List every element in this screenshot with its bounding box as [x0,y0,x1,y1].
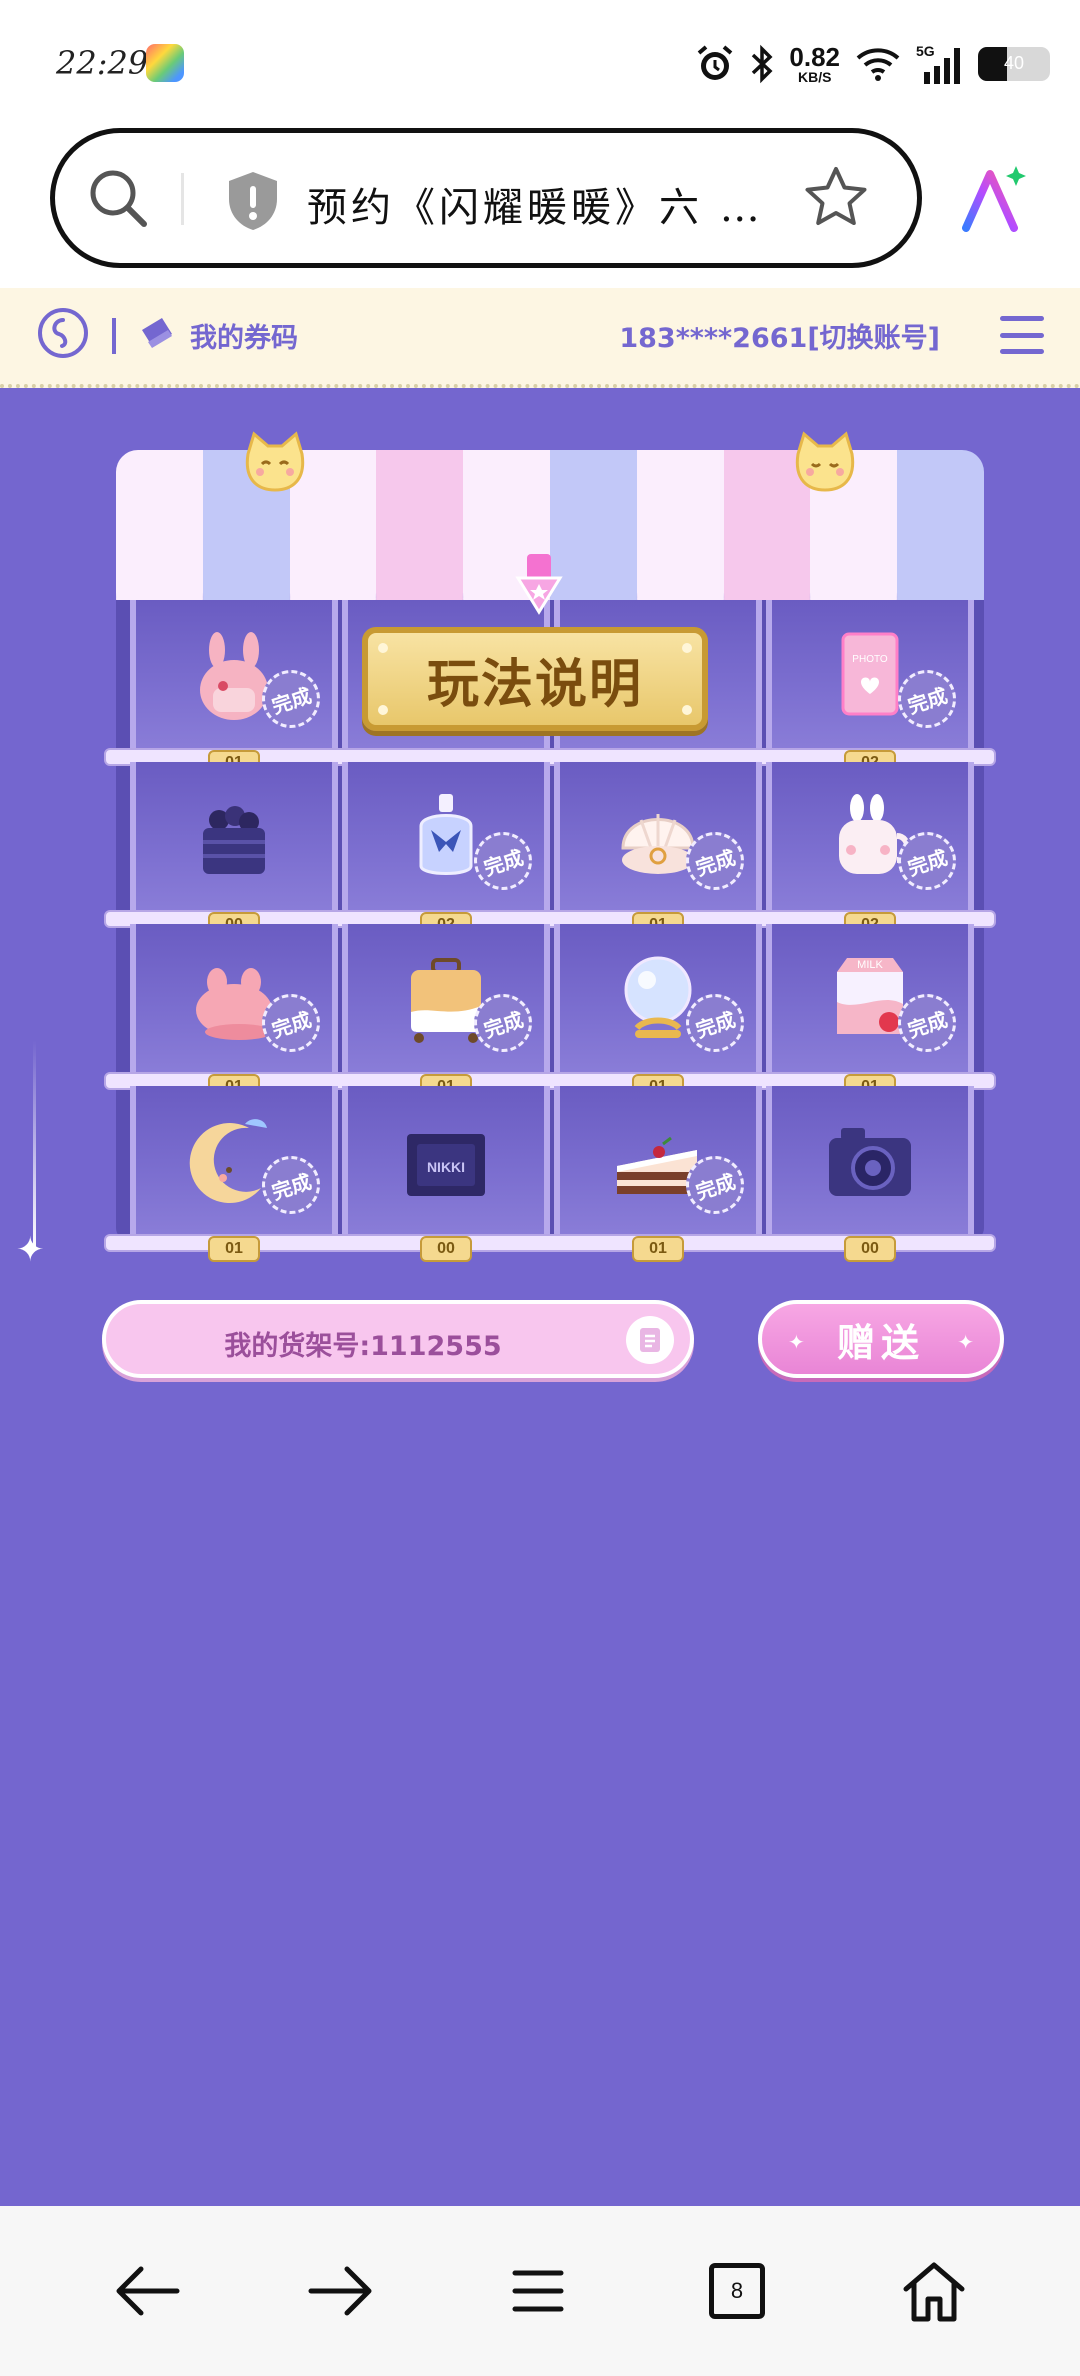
back-arrow-icon [116,2266,180,2316]
cat-mascot-icon [795,431,855,492]
shelf-number-box: 我的货架号:1112555 [102,1300,694,1378]
shelf-cell-berry-basket[interactable] [130,762,338,912]
network-speed-value: 0.82 [789,42,840,72]
site-header: 我的券码 183****2661[切换账号] [0,288,1080,388]
home-button[interactable] [894,2256,974,2326]
cat-mascot-icon [245,431,305,492]
shelf-number-label: 我的货架号:1112555 [224,1331,502,1362]
gift-button[interactable]: ✦ 赠送 ✦ [758,1300,1004,1378]
shelf-cell-layer-cake[interactable]: 完成 [554,1086,762,1236]
shelf-cell-perfume-bottle[interactable]: 完成 [342,762,550,912]
shelf-row: 完成完成完成MILK完成01010101 [104,924,996,1100]
back-button[interactable] [106,2256,186,2326]
menu-icon[interactable] [1000,316,1044,354]
shelf-cell-bunny-mug[interactable]: 完成 [766,762,974,912]
status-icons: 0.82 KB/S 5G 40 [695,38,1050,90]
shelf-row: 完成 NIKKI 完成 01 00 01 00 [104,1086,996,1262]
item-count-tag: 00 [420,1236,472,1262]
bluetooth-icon [752,44,773,84]
cellular-signal-icon: 5G [916,43,960,84]
item-count-tag: 01 [208,1236,260,1262]
howto-sign-button[interactable]: 玩法说明 [362,627,708,731]
network-speed: 0.82 KB/S [789,44,840,84]
battery-icon: 40 [978,47,1050,81]
item-count-tag: 00 [844,1236,896,1262]
howto-label: 玩法说明 [426,654,643,715]
svg-text:MILK: MILK [857,959,883,971]
home-icon [903,2262,965,2322]
browser-address-bar: 预约《闪耀暖暖》六 … [0,120,1080,288]
sparkle-icon: ✦ [957,1330,974,1354]
forward-arrow-icon [308,2266,372,2316]
item-count-tag: 01 [632,1236,684,1262]
battery-level: 40 [1003,53,1025,73]
shield-icon[interactable] [223,169,283,233]
menu-line [1000,332,1044,338]
shelf-cell-camera[interactable] [766,1086,974,1236]
shop-shelf: 完成PHOTO完成0102完成完成完成00020102完成完成完成MILK完成0… [100,430,1000,1262]
sparkle-trail [33,1040,36,1250]
shelf-row: 完成完成完成00020102 [104,762,996,938]
forward-button[interactable] [302,2256,382,2326]
tabs-button[interactable]: 8 [697,2256,777,2326]
camera-icon [815,1114,925,1214]
ai-assistant-icon[interactable] [958,162,1034,238]
shelf-cell-crystal-ball[interactable]: 完成 [554,924,762,1074]
berry-basket-icon [179,790,289,890]
status-bar: 22:29 0.82 KB/S 5G 40 [0,0,1080,120]
shelf-cell-pink-beret[interactable]: 完成 [130,924,338,1074]
hamburger-icon [512,2270,564,2312]
menu-button[interactable] [498,2256,578,2326]
copy-icon[interactable] [626,1316,674,1364]
status-time: 22:29 [56,44,149,82]
tabs-count-icon: 8 [709,2263,765,2319]
swirl-icon [52,318,68,348]
network-type-label: 5G [916,43,935,59]
header-divider [112,318,116,354]
tabs-count: 8 [730,2278,744,2303]
network-speed-unit: KB/S [797,69,832,85]
sparkle-icon: ✦ [788,1330,805,1354]
my-codes-link[interactable]: 我的券码 [190,316,298,355]
shelf-cell-moon-pillow[interactable]: 完成 [130,1086,338,1236]
menu-line [1000,349,1044,354]
shelf-cell-rabbit-backpack[interactable]: 完成 [130,600,338,750]
bookmark-star-icon[interactable] [801,163,871,233]
game-logo-icon[interactable] [38,308,88,358]
alarm-icon [698,45,733,80]
svg-text:PHOTO: PHOTO [852,654,888,665]
wifi-icon [856,48,900,81]
shelf-cell-milk-carton[interactable]: MILK 完成 [766,924,974,1074]
search-icon[interactable] [85,165,155,235]
document-icon [640,1328,660,1352]
ticket-icon[interactable] [138,316,176,354]
url-text[interactable]: 预约《闪耀暖暖》六 … [307,175,764,233]
app-notification-icon [146,44,184,82]
browser-nav-bar: 8 [0,2206,1080,2376]
gift-button-label: 赠送 [836,1320,925,1365]
nikki-box-icon: NIKKI [391,1114,501,1214]
svg-text:NIKKI: NIKKI [427,1159,465,1175]
down-arrow-indicator-icon [515,554,563,615]
account-switch-link[interactable]: 183****2661[切换账号] [619,316,940,355]
sparkle-icon: ✦ [16,1230,45,1270]
url-divider [181,173,184,225]
url-field[interactable]: 预约《闪耀暖暖》六 … [50,128,922,268]
shelf-cell-photo-album[interactable]: PHOTO 完成 [766,600,974,750]
shelf-cell-shell-ring[interactable]: 完成 [554,762,762,912]
shelf-cell-suitcase[interactable]: 完成 [342,924,550,1074]
menu-line [1000,316,1044,321]
shelf-cell-nikki-box[interactable]: NIKKI [342,1086,550,1236]
